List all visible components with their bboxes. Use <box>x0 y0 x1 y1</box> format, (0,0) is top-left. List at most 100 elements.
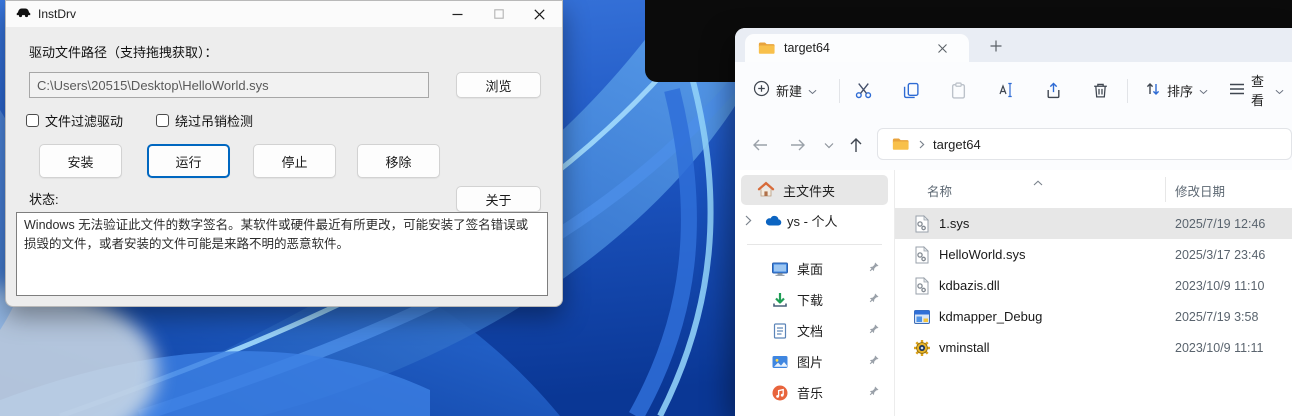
instdrv-app-icon <box>16 4 31 24</box>
new-tab-button[interactable] <box>983 35 1009 57</box>
sort-arrows-icon <box>1145 81 1161 100</box>
sort-button[interactable]: 排序 <box>1137 73 1216 107</box>
view-button[interactable]: 查看 <box>1221 73 1292 108</box>
checkbox-box[interactable] <box>156 114 169 127</box>
sidebar-pinned-list: 桌面 下载 文档 图片 音乐 <box>735 253 894 408</box>
explorer-window: target64 新建 排序 查看 target64 主文件夹 ys - 个人 … <box>735 28 1292 416</box>
file-name: kdbazis.dll <box>939 278 1000 293</box>
breadcrumb[interactable]: target64 <box>933 137 981 152</box>
file-name: vminstall <box>939 340 990 355</box>
navigation-bar: target64 <box>735 119 1292 170</box>
documents-icon <box>771 322 789 340</box>
file-date: 2025/3/17 23:46 <box>1175 247 1266 262</box>
desktop: InstDrv 驱动文件路径（支持拖拽获取）： C:\Users\20515\D… <box>0 0 1292 416</box>
remove-button[interactable]: 移除 <box>357 144 440 178</box>
pin-icon <box>867 292 880 308</box>
status-textbox[interactable]: Windows 无法验证此文件的数字签名。某软件或硬件最近有所更改，可能安装了签… <box>16 212 548 296</box>
folder-icon <box>892 137 909 151</box>
file-date: 2023/10/9 11:11 <box>1175 340 1264 355</box>
rename-button[interactable] <box>988 73 1022 107</box>
recent-locations-chevron-icon[interactable] <box>819 132 839 158</box>
sidebar-divider <box>747 244 882 245</box>
sidebar-pinned-item[interactable]: 桌面 <box>741 253 888 284</box>
file-filter-driver-checkbox[interactable]: 文件过滤驱动 <box>26 111 123 130</box>
home-icon <box>757 181 775 199</box>
tab-bar: target64 <box>735 28 1292 62</box>
sys-file-icon <box>913 214 931 233</box>
file-row[interactable]: HelloWorld.sys 2025/3/17 23:46 <box>895 239 1292 270</box>
file-rows: 1.sys 2025/7/19 12:46 HelloWorld.sys 202… <box>895 208 1292 363</box>
driver-path-input[interactable]: C:\Users\20515\Desktop\HelloWorld.sys <box>29 72 429 98</box>
instdrv-titlebar[interactable]: InstDrv <box>6 1 562 27</box>
new-button[interactable]: 新建 <box>745 73 825 107</box>
checkbox-label: 文件过滤驱动 <box>45 114 124 129</box>
sidebar-pinned-item[interactable]: 音乐 <box>741 377 888 408</box>
run-button[interactable]: 运行 <box>147 144 230 178</box>
toolbar-separator <box>1127 79 1128 103</box>
tab-close-icon[interactable] <box>931 38 953 58</box>
sidebar-item-home[interactable]: 主文件夹 <box>741 175 888 205</box>
app-icon <box>913 308 931 326</box>
tab-title: target64 <box>784 41 830 55</box>
pin-icon <box>867 385 880 401</box>
file-name: HelloWorld.sys <box>939 247 1026 262</box>
sidebar-pinned-item[interactable]: 文档 <box>741 315 888 346</box>
sidebar-item-label: ys - 个人 <box>787 214 838 229</box>
sidebar: 主文件夹 ys - 个人 桌面 下载 文档 图片 音乐 <box>735 170 895 416</box>
close-icon[interactable] <box>519 1 560 27</box>
driver-path-label: 驱动文件路径（支持拖拽获取）： <box>29 45 218 60</box>
paste-button[interactable] <box>941 73 975 107</box>
chevron-down-icon <box>1199 83 1208 98</box>
share-button[interactable] <box>1036 73 1070 107</box>
install-button[interactable]: 安装 <box>39 144 122 178</box>
bypass-revocation-checkbox[interactable]: 绕过吊销检测 <box>156 111 253 130</box>
music-icon <box>771 384 789 402</box>
chevron-down-icon <box>1275 83 1284 98</box>
column-separator[interactable] <box>1165 177 1166 202</box>
about-button[interactable]: 关于 <box>456 186 541 212</box>
column-header-name[interactable]: 名称 <box>927 181 952 200</box>
file-name: 1.sys <box>939 216 970 231</box>
file-row[interactable]: vminstall 2023/10/9 11:11 <box>895 332 1292 363</box>
file-row[interactable]: kdbazis.dll 2023/10/9 11:10 <box>895 270 1292 301</box>
instdrv-window: InstDrv 驱动文件路径（支持拖拽获取）： C:\Users\20515\D… <box>5 0 563 307</box>
list-lines-icon <box>1229 82 1245 99</box>
pin-icon <box>867 261 880 277</box>
column-header-date[interactable]: 修改日期 <box>1175 181 1225 200</box>
gear-icon <box>913 339 931 357</box>
back-icon[interactable] <box>747 132 773 158</box>
window-title: InstDrv <box>38 7 77 21</box>
tab-target64[interactable]: target64 <box>745 34 969 62</box>
copy-button[interactable] <box>894 73 928 107</box>
cut-button[interactable] <box>846 73 880 107</box>
sidebar-pinned-item[interactable]: 下载 <box>741 284 888 315</box>
checkbox-box[interactable] <box>26 114 39 127</box>
delete-button[interactable] <box>1083 73 1117 107</box>
sort-ascending-icon <box>1033 173 1043 191</box>
view-label: 查看 <box>1251 74 1265 108</box>
sidebar-pinned-item[interactable]: 图片 <box>741 346 888 377</box>
file-date: 2025/7/19 3:58 <box>1175 309 1259 324</box>
file-date: 2025/7/19 12:46 <box>1175 216 1266 231</box>
forward-icon[interactable] <box>785 132 811 158</box>
column-headers: 名称 修改日期 <box>895 170 1292 206</box>
explorer-content: 主文件夹 ys - 个人 桌面 下载 文档 图片 音乐 名称 修改日期 1.sy… <box>735 170 1292 416</box>
up-icon[interactable] <box>843 132 869 158</box>
minimize-button[interactable] <box>437 1 478 27</box>
address-bar[interactable]: target64 <box>877 128 1292 160</box>
file-row[interactable]: 1.sys 2025/7/19 12:46 <box>895 208 1292 239</box>
file-date: 2023/10/9 11:10 <box>1175 278 1265 293</box>
stop-button[interactable]: 停止 <box>253 144 336 178</box>
maximize-button[interactable] <box>478 1 519 27</box>
browse-button[interactable]: 浏览 <box>456 72 541 98</box>
sort-label: 排序 <box>1167 83 1194 99</box>
desktop-icon <box>771 260 789 278</box>
folder-icon <box>758 41 775 55</box>
plus-circle-icon <box>753 80 770 100</box>
file-row[interactable]: kdmapper_Debug 2025/7/19 3:58 <box>895 301 1292 332</box>
expand-chevron-icon[interactable] <box>745 214 752 229</box>
sys-file-icon <box>913 245 931 264</box>
sidebar-item-onedrive[interactable]: ys - 个人 <box>741 205 888 236</box>
pin-icon <box>867 323 880 339</box>
new-label: 新建 <box>776 83 803 99</box>
